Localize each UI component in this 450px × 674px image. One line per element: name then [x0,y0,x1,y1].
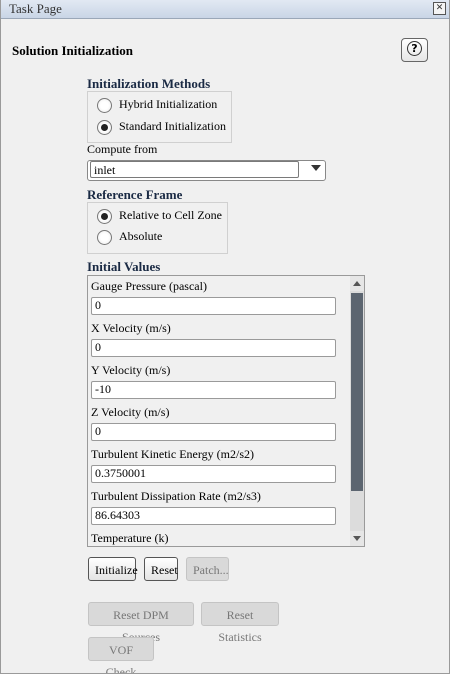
scroll-down-arrow-icon[interactable] [350,531,364,546]
compute-from-label: Compute from [87,142,158,156]
radio-label: Relative to Cell Zone [119,208,222,222]
z-velocity-input[interactable]: 0 [91,423,336,441]
radio-button-checked[interactable] [97,209,112,224]
reset-statistics-button[interactable]: Reset Statistics [201,602,279,644]
help-button[interactable]: ? [401,38,428,62]
turbulent-kinetic-energy-label: Turbulent Kinetic Energy (m2/s2) [91,447,254,461]
turbulent-kinetic-energy-input[interactable]: 0.3750001 [91,465,336,483]
radio-label: Standard Initialization [119,119,226,133]
scroll-thumb[interactable] [351,293,363,491]
x-velocity-label: X Velocity (m/s) [91,321,171,335]
compute-from-dropdown[interactable]: inlet [87,160,326,181]
title-bar: Task Page ✕ [1,0,449,19]
gauge-pressure-input[interactable]: 0 [91,297,336,315]
radio-label: Absolute [119,229,163,243]
reset-dpm-sources-button[interactable]: Reset DPM Sources [88,602,194,644]
radio-label: Hybrid Initialization [119,97,218,111]
radio-button[interactable] [97,98,112,113]
reference-frame-title: Reference Frame [87,187,183,202]
window-title: Task Page [9,1,62,16]
temperature-label: Temperature (k) [91,531,169,545]
compute-from-value[interactable]: inlet [90,161,299,178]
initial-values-list: Gauge Pressure (pascal) 0 X Velocity (m/… [87,275,365,547]
task-page-panel: Task Page ✕ Solution Initialization ? In… [0,0,450,674]
vertical-scrollbar[interactable] [350,276,364,546]
reset-button[interactable]: Reset [144,557,178,581]
gauge-pressure-label: Gauge Pressure (pascal) [91,279,207,293]
turbulent-dissipation-rate-input[interactable]: 86.64303 [91,507,336,525]
reference-frame-group: Relative to Cell Zone Absolute [87,202,228,254]
turbulent-dissipation-rate-label: Turbulent Dissipation Rate (m2/s3) [91,489,261,503]
initial-values-title: Initial Values [87,259,161,274]
patch-button[interactable]: Patch... [186,557,229,581]
initialization-methods-title: Initialization Methods [87,76,211,91]
page-title: Solution Initialization [12,43,133,58]
x-velocity-input[interactable]: 0 [91,339,336,357]
question-mark-icon: ? [407,41,422,56]
y-velocity-label: Y Velocity (m/s) [91,363,171,377]
initialize-button[interactable]: Initialize [88,557,138,581]
scroll-up-arrow-icon[interactable] [350,276,364,291]
radio-button[interactable] [97,230,112,245]
vof-check-button[interactable]: VOF Check [88,637,154,674]
y-velocity-input[interactable]: -10 [91,381,336,399]
initialization-methods-group: Hybrid Initialization Standard Initializ… [87,91,232,143]
chevron-down-icon[interactable] [311,165,321,171]
z-velocity-label: Z Velocity (m/s) [91,405,170,419]
radio-button-checked[interactable] [97,120,112,135]
close-icon[interactable]: ✕ [433,2,446,15]
